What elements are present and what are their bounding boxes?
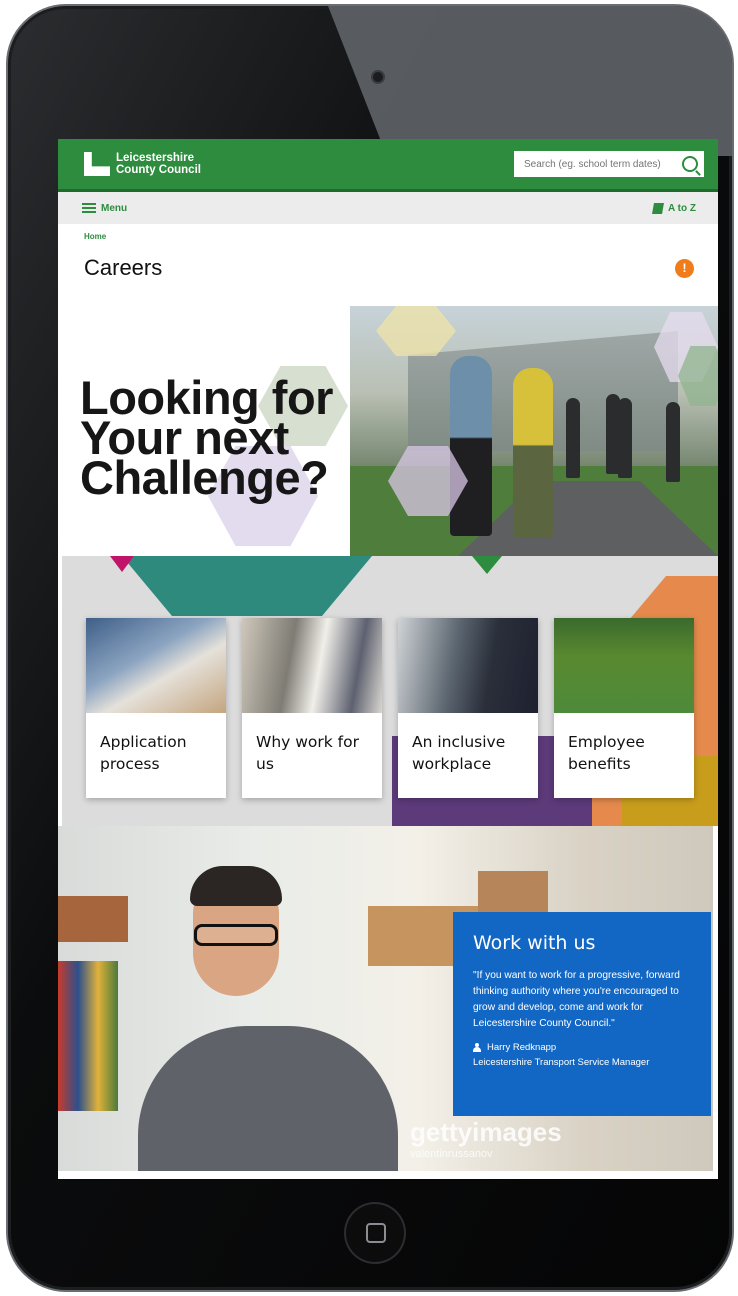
watermark-credit: valentinrussanov [410, 1148, 493, 1160]
statue [618, 398, 632, 478]
card-title: An inclusive workplace [412, 733, 506, 773]
card-image [554, 618, 694, 713]
card-image [86, 618, 226, 713]
hamburger-icon [82, 203, 96, 213]
search-box[interactable] [514, 151, 704, 177]
a-to-z-link[interactable]: A to Z [652, 202, 696, 214]
band-shape [472, 556, 502, 574]
menu-bar: Menu A to Z [58, 192, 718, 224]
hero-person-woman [513, 368, 553, 538]
info-icon[interactable]: ! [675, 258, 694, 278]
home-icon [366, 1223, 386, 1243]
hero-person-man [450, 356, 492, 536]
menu-button[interactable]: Menu [82, 203, 127, 214]
breadcrumb: Home [58, 224, 718, 250]
glasses [194, 924, 278, 946]
tablet-frame: Leicestershire County Council Menu A to … [8, 6, 732, 1290]
browser-screen: Leicestershire County Council Menu A to … [58, 139, 718, 1179]
camera-icon [373, 72, 383, 82]
watermark: gettyimages [410, 1117, 562, 1147]
card-image [242, 618, 382, 713]
search-input[interactable] [522, 157, 676, 171]
card-title: Application process [100, 733, 187, 773]
book-icon [652, 202, 665, 214]
a-to-z-label: A to Z [668, 202, 696, 214]
card-application-process[interactable]: Application process [86, 618, 226, 798]
quote-title: Work with us [473, 932, 596, 954]
logo-line2: County Council [116, 164, 201, 176]
hero-headline: Looking for Your next Challenge? [80, 374, 333, 504]
band-shape [122, 556, 372, 616]
card-inclusive-workplace[interactable]: An inclusive workplace [398, 618, 538, 798]
council-logo[interactable]: Leicestershire County Council [84, 152, 201, 176]
menu-label: Menu [101, 202, 128, 214]
hero-line3: Challenge? [80, 451, 329, 504]
home-button[interactable] [346, 1204, 404, 1262]
cards-band: Application process Why work for us An i… [58, 556, 718, 826]
card-why-work-for-us[interactable]: Why work for us [242, 618, 382, 798]
breadcrumb-home[interactable]: Home [84, 232, 106, 241]
hero-banner: Looking for Your next Challenge? [58, 306, 718, 556]
author-name: Harry Redknapp [487, 1042, 557, 1053]
card-title: Why work for us [256, 733, 359, 773]
person-icon [473, 1043, 481, 1052]
site-header: Leicestershire County Council [58, 139, 718, 192]
logo-icon [84, 152, 110, 176]
logo-line1: Leicestershire [116, 152, 194, 164]
page-title: Careers [84, 255, 163, 280]
card-employee-benefits[interactable]: Employee benefits [554, 618, 694, 798]
card-title: Employee benefits [568, 733, 645, 773]
work-with-us-section: gettyimages valentinrussanov Work with u… [58, 826, 718, 1171]
quote-text: "If you want to work for a progressive, … [473, 970, 680, 1029]
quote-box: Work with us "If you want to work for a … [453, 912, 711, 1116]
statue [666, 402, 680, 482]
title-row: Careers ! [58, 250, 718, 286]
statue [566, 398, 580, 478]
frame-glare [328, 6, 732, 156]
shelf-box [58, 896, 128, 942]
bookshelf [58, 961, 118, 1111]
man-hair [190, 866, 282, 906]
logo-text: Leicestershire County Council [116, 152, 201, 176]
author-role: Leicestershire Transport Service Manager [473, 1057, 650, 1068]
card-image [398, 618, 538, 713]
cards-row: Application process Why work for us An i… [86, 618, 694, 798]
quote-author: Harry Redknapp [473, 1042, 693, 1053]
search-icon[interactable] [682, 156, 698, 172]
